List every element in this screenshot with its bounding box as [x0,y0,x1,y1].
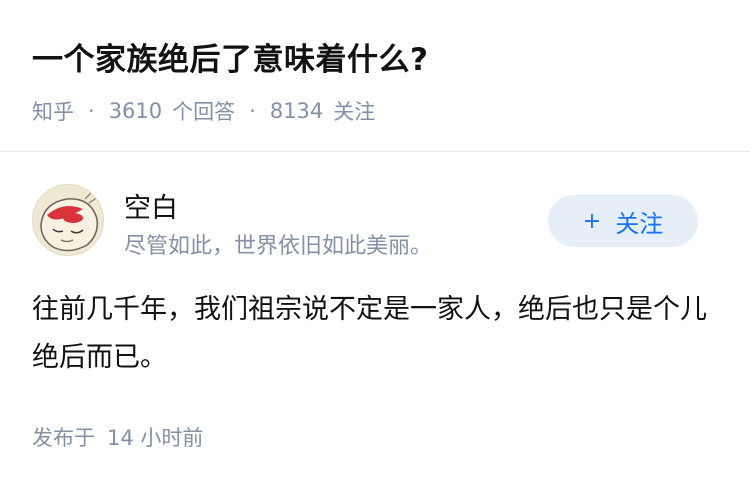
question-title[interactable]: 一个家族绝后了意味着什么? [32,34,428,79]
answer-content[interactable]: 往前几千年，我们祖宗说不定是一家人，绝后也只是个儿绝后而已。 [32,286,722,382]
question-meta: 知乎 · 3610 个回答 · 8134 关注 [32,96,375,126]
author-name[interactable]: 空白 [124,186,178,225]
posted-time: 14 小时前 [107,426,204,450]
question-header: 一个家族绝后了意味着什么? 知乎 · 3610 个回答 · 8134 关注 [0,0,750,151]
answer-timestamp: 发布于 14 小时前 [32,422,203,452]
cartoon-character-avatar-icon [33,185,103,255]
posted-prefix: 发布于 [32,426,95,450]
follower-count: 8134 [269,99,324,123]
follow-button[interactable]: + 关注 [548,195,698,247]
meta-separator: · [88,99,95,123]
follow-button-label: 关注 [615,209,664,238]
answer-count: 3610 [108,99,163,123]
plus-icon: + [582,208,602,234]
source-label[interactable]: 知乎 [32,96,74,126]
follower-count-label: 关注 [333,100,376,124]
answer-count-label: 个回答 [172,100,236,124]
author-avatar[interactable] [32,184,104,256]
meta-separator: · [249,99,256,123]
author-bio: 尽管如此，世界依旧如此美丽。 [124,234,433,259]
header-divider [0,151,750,152]
